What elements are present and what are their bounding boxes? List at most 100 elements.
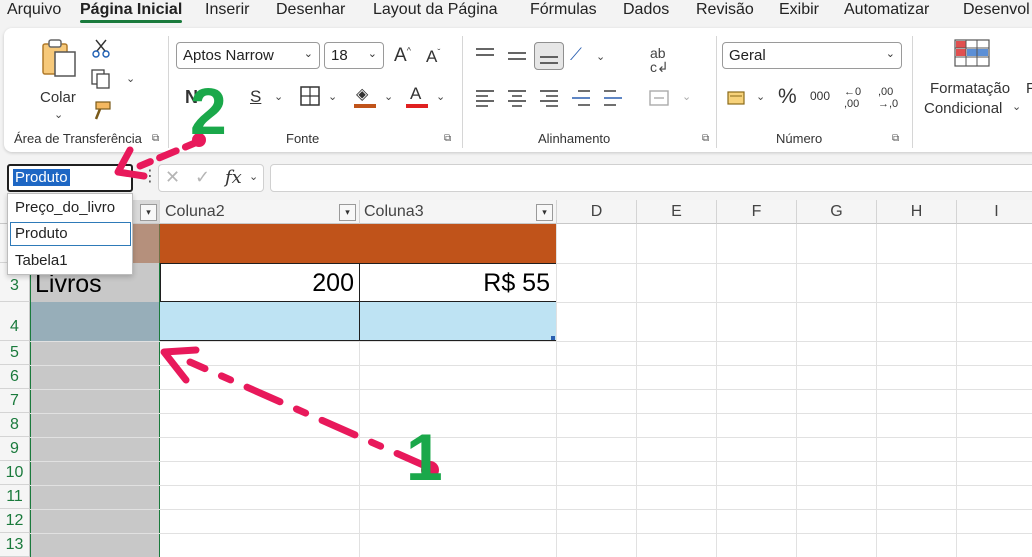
format-as-table-label[interactable]: F: [1026, 80, 1032, 97]
tab-formulas[interactable]: Fórmulas: [530, 1, 597, 19]
chevron-down-icon[interactable]: ⌄: [436, 90, 445, 103]
row-header-6[interactable]: 6: [0, 365, 30, 389]
column-header-e[interactable]: E: [637, 200, 717, 224]
align-middle-icon[interactable]: [506, 46, 528, 66]
row-header-11[interactable]: 11: [0, 485, 30, 509]
tab-automatizar[interactable]: Automatizar: [844, 1, 929, 19]
cancel-icon[interactable]: ✕: [165, 167, 180, 188]
conditional-formatting-label-2: Condicional: [924, 100, 1003, 117]
clipboard-group-label: Área de Transferência: [14, 131, 142, 146]
row-header-13[interactable]: 13: [0, 533, 30, 557]
accounting-format-icon[interactable]: [726, 88, 748, 108]
tab-pagina-inicial[interactable]: Página Inicial: [80, 1, 183, 23]
font-color-icon[interactable]: A: [406, 84, 428, 110]
increase-font-icon[interactable]: A^: [394, 46, 411, 65]
orientation-icon[interactable]: ⟋: [570, 46, 582, 63]
wrap-text-icon[interactable]: ab c↲: [650, 46, 669, 74]
enter-icon[interactable]: ✓: [195, 167, 210, 188]
row-label: 11: [6, 488, 23, 505]
column-header-g[interactable]: G: [797, 200, 877, 224]
row-header-7[interactable]: 7: [0, 389, 30, 413]
name-box[interactable]: Produto: [7, 164, 133, 192]
fill-color-icon[interactable]: ◈: [354, 84, 376, 110]
conditional-formatting-button[interactable]: Formatação Condicional ⌄: [922, 38, 1022, 118]
format-painter-icon[interactable]: [90, 100, 112, 122]
paste-button[interactable]: Colar ⌄: [32, 36, 88, 121]
column-header-d[interactable]: D: [557, 200, 637, 224]
chevron-down-icon[interactable]: ⌄: [682, 90, 691, 103]
table-resize-handle-icon[interactable]: [551, 336, 555, 340]
conditional-formatting-label-1: Formatação: [930, 80, 1011, 97]
chevron-down-icon[interactable]: ⌄: [274, 90, 283, 103]
cell-c3[interactable]: R$ 55: [359, 263, 557, 302]
underline-button[interactable]: S: [250, 88, 261, 105]
align-center-icon[interactable]: [506, 88, 528, 108]
tab-dados[interactable]: Dados: [623, 1, 669, 19]
thousands-separator-button[interactable]: 000: [810, 90, 830, 102]
name-box-value: Produto: [13, 169, 70, 186]
tab-desenhar[interactable]: Desenhar: [276, 1, 345, 19]
name-list-item[interactable]: Produto: [15, 225, 68, 242]
increase-decimal-icon[interactable]: ←0,00: [844, 86, 861, 110]
alignment-launcher-icon[interactable]: ⧉: [702, 133, 709, 144]
row-header-12[interactable]: 12: [0, 509, 30, 533]
column-header-h[interactable]: H: [877, 200, 957, 224]
cut-icon[interactable]: [92, 38, 110, 58]
borders-icon[interactable]: [300, 86, 320, 106]
table-header-coluna2: Coluna2: [165, 203, 225, 220]
cell-b3[interactable]: 200: [160, 263, 360, 302]
name-list-item[interactable]: Tabela1: [15, 252, 68, 269]
name-list-item[interactable]: Preço_do_livro: [15, 199, 115, 216]
font-launcher-icon[interactable]: ⧉: [444, 133, 451, 144]
row-header-9[interactable]: 9: [0, 437, 30, 461]
filter-dropdown-icon[interactable]: ▾: [536, 204, 553, 221]
paste-icon: [42, 39, 76, 77]
tab-desenvolvedor[interactable]: Desenvol: [963, 1, 1030, 19]
decrease-indent-icon[interactable]: [570, 88, 592, 108]
gridline: [359, 341, 360, 557]
tab-inserir[interactable]: Inserir: [205, 1, 249, 19]
font-size-select[interactable]: 18 ⌄: [324, 42, 384, 69]
chevron-down-icon[interactable]: ⌄: [249, 170, 258, 183]
align-bottom-button[interactable]: [534, 42, 564, 70]
column-label: F: [751, 203, 762, 220]
tab-revisao[interactable]: Revisão: [696, 1, 754, 19]
tab-layout-da-pagina[interactable]: Layout da Página: [373, 1, 498, 19]
more-options-icon[interactable]: ⋮: [142, 166, 158, 186]
align-right-icon[interactable]: [538, 88, 560, 108]
row-header-8[interactable]: 8: [0, 413, 30, 437]
chevron-down-icon[interactable]: ⌄: [126, 72, 135, 85]
clipboard-launcher-icon[interactable]: ⧉: [152, 133, 159, 144]
gridline: [716, 224, 717, 557]
align-left-icon[interactable]: [474, 88, 496, 108]
tab-exibir[interactable]: Exibir: [779, 1, 819, 19]
row-header-5[interactable]: 5: [0, 341, 30, 365]
font-name-select[interactable]: Aptos Narrow ⌄: [176, 42, 320, 69]
filter-dropdown-icon[interactable]: ▾: [140, 204, 157, 221]
tab-arquivo[interactable]: Arquivo: [7, 1, 61, 19]
chevron-down-icon[interactable]: ⌄: [756, 90, 765, 103]
filter-dropdown-icon[interactable]: ▾: [339, 204, 356, 221]
number-launcher-icon[interactable]: ⧉: [892, 133, 899, 144]
insert-function-button[interactable]: fx: [225, 167, 242, 188]
decrease-font-icon[interactable]: Aˇ: [426, 48, 440, 65]
row-label: 3: [10, 277, 19, 294]
column-header-c[interactable]: Coluna3: [360, 200, 557, 224]
chevron-down-icon: ⌄: [1012, 101, 1022, 113]
column-header-i[interactable]: I: [957, 200, 1032, 224]
percent-button[interactable]: %: [778, 86, 797, 107]
chevron-down-icon[interactable]: ⌄: [596, 50, 605, 63]
increase-indent-icon[interactable]: [602, 88, 624, 108]
formula-input[interactable]: [270, 164, 1032, 192]
chevron-down-icon[interactable]: ⌄: [384, 90, 393, 103]
decrease-decimal-icon[interactable]: ,00 →,0: [878, 86, 898, 110]
align-top-icon[interactable]: [474, 46, 496, 66]
merge-center-icon[interactable]: [648, 88, 670, 108]
column-header-f[interactable]: F: [717, 200, 797, 224]
number-format-select[interactable]: Geral ⌄: [722, 42, 902, 69]
column-header-b[interactable]: Coluna2: [160, 200, 360, 224]
chevron-down-icon[interactable]: ⌄: [328, 90, 337, 103]
row-header-4[interactable]: 4: [0, 302, 30, 341]
copy-icon[interactable]: [90, 68, 112, 90]
row-header-10[interactable]: 10: [0, 461, 30, 485]
